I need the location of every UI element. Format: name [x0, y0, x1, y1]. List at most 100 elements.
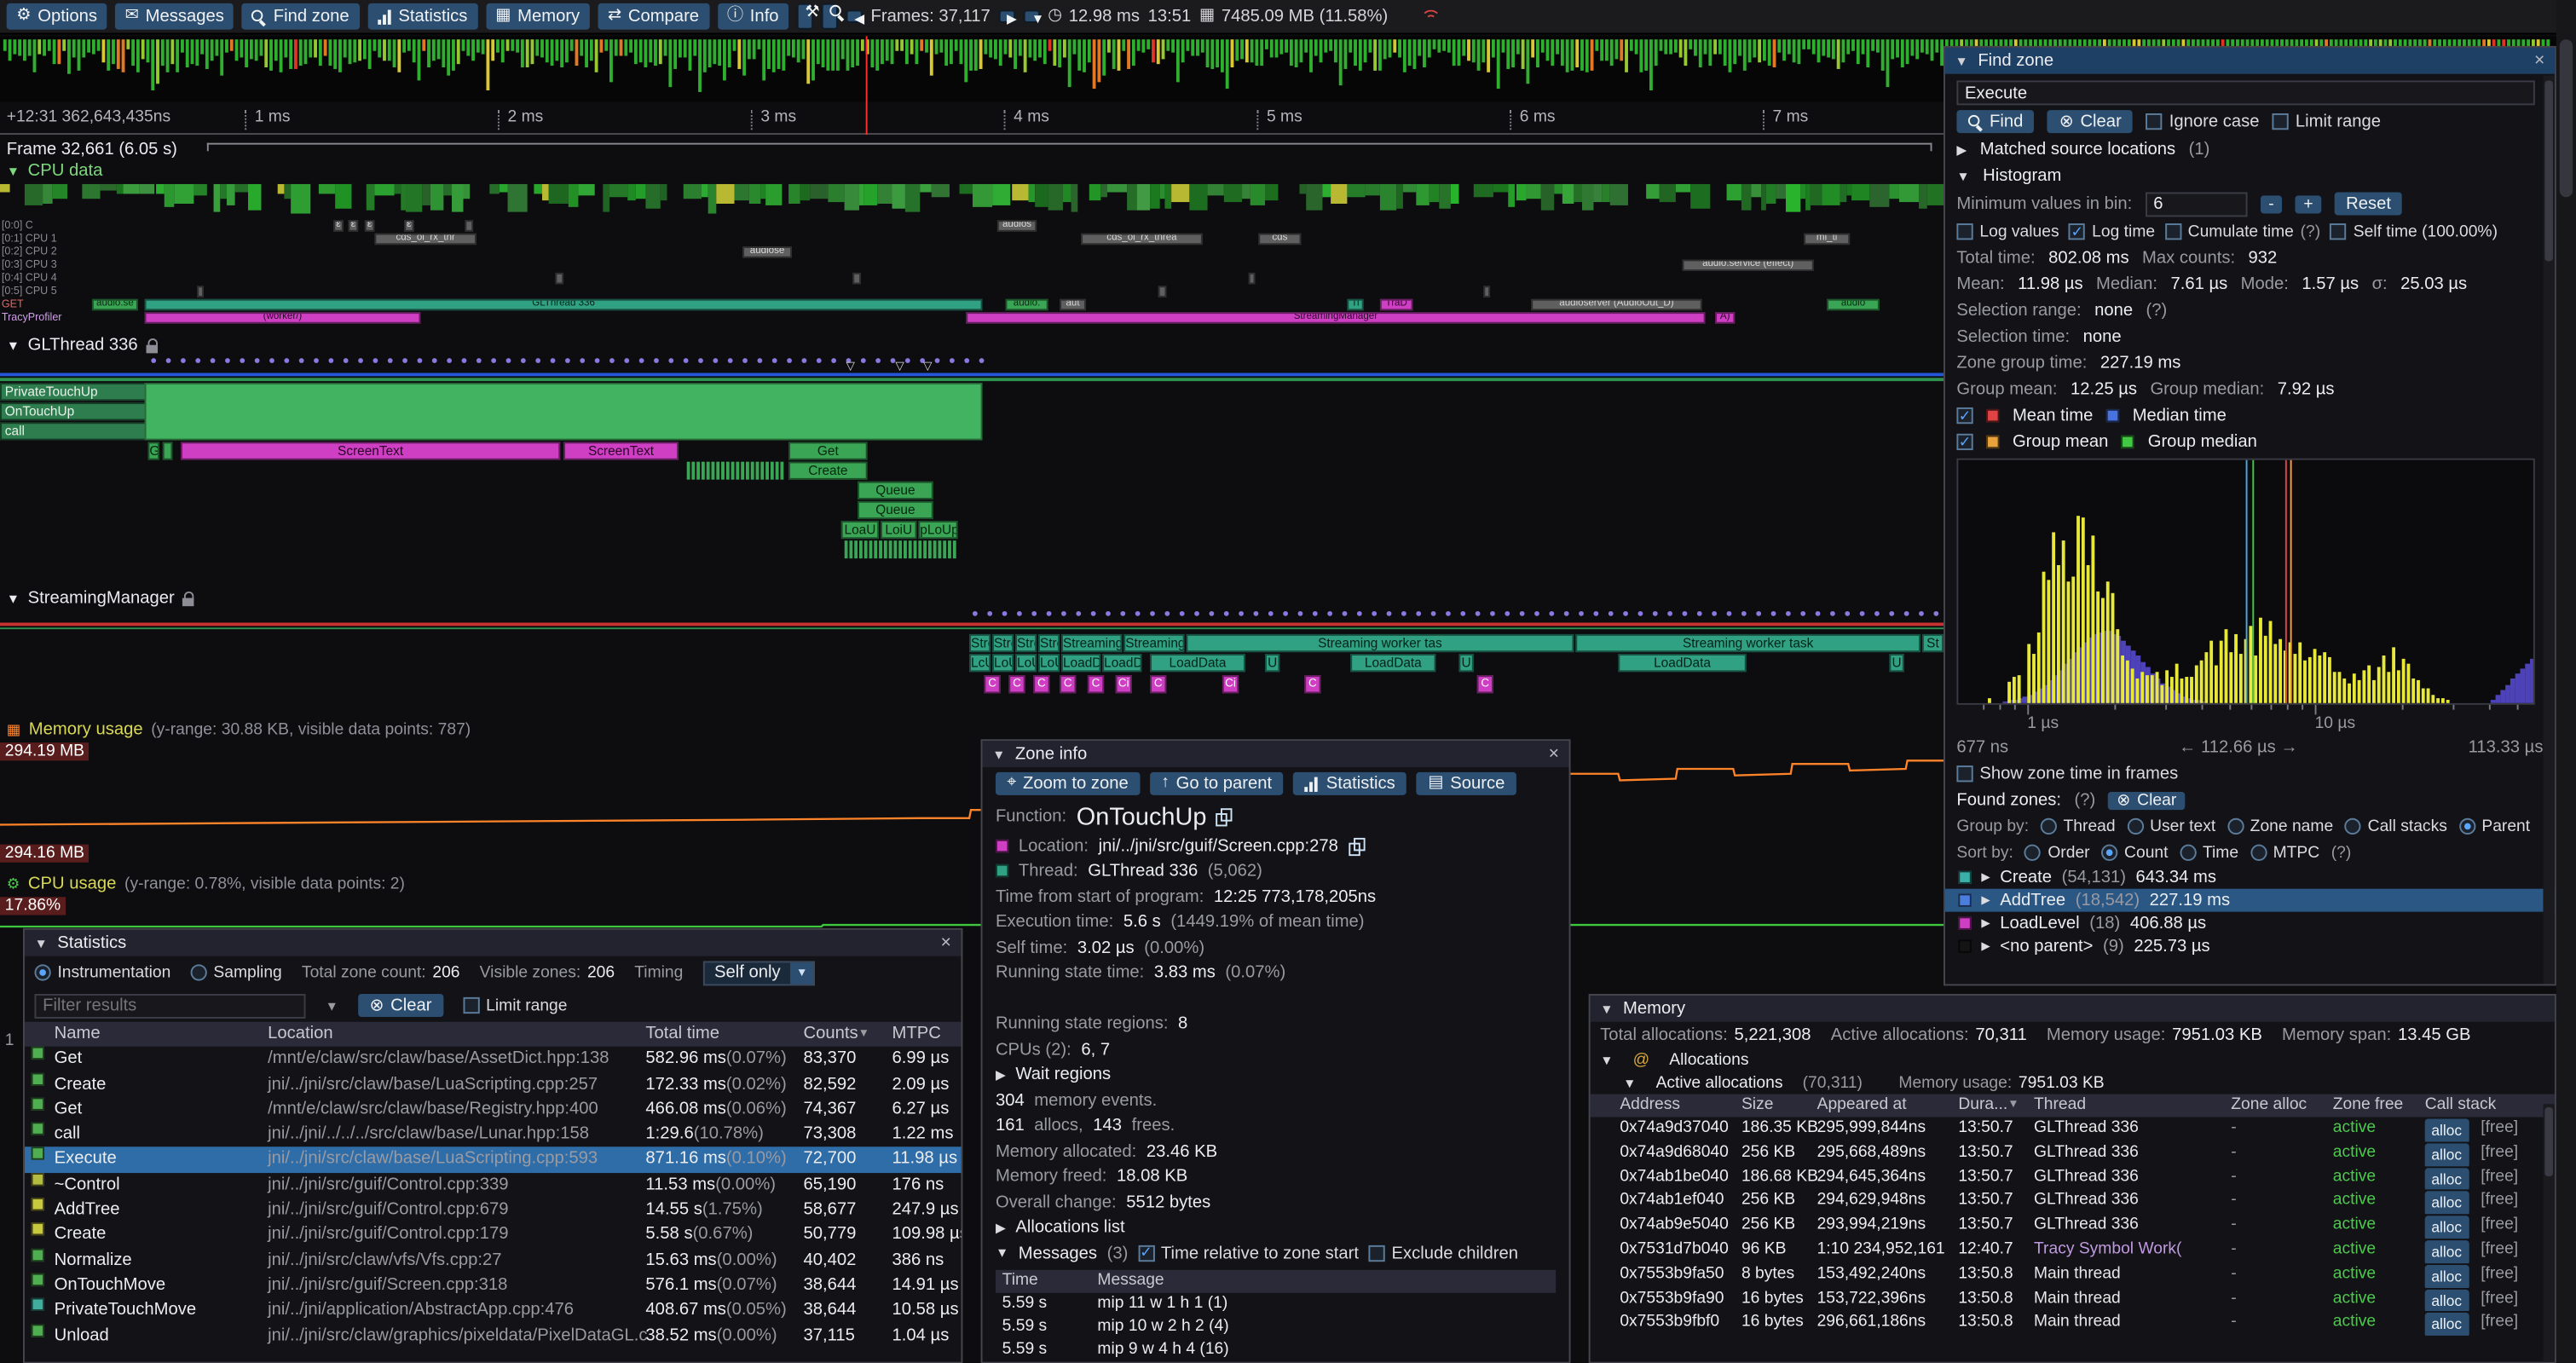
message-marker-dot[interactable]: [1047, 611, 1052, 616]
histogram-toggle[interactable]: ▼Histogram: [1945, 163, 2555, 189]
radio-circle[interactable]: [2227, 818, 2244, 835]
message-marker-dot[interactable]: [1031, 611, 1037, 616]
alloc-free-link[interactable]: [free]: [2481, 1287, 2518, 1312]
message-marker-dot[interactable]: [1904, 611, 1909, 616]
message-marker-dot[interactable]: [1741, 611, 1747, 616]
find-zone-scrollbar[interactable]: [2543, 76, 2554, 985]
column-header[interactable]: Size: [1741, 1094, 1773, 1118]
collapsed-zone-marker[interactable]: ▽: [923, 360, 932, 373]
timeline-zone[interactable]: Strea: [969, 634, 991, 652]
message-marker-dot[interactable]: [1194, 611, 1199, 616]
timeline-zone[interactable]: [465, 220, 473, 231]
message-marker-dot[interactable]: [1505, 611, 1510, 616]
table-row[interactable]: Createjni/../jni/src/claw/base/LuaScript…: [25, 1072, 962, 1097]
timeline-zone[interactable]: audio.: [1006, 299, 1048, 310]
expand-icon[interactable]: ▶: [996, 1221, 1006, 1235]
cpu-usage-header[interactable]: ⚙ CPU usage (y-range: 0.78%, visible dat…: [7, 874, 405, 893]
alloc-free-link[interactable]: [free]: [2481, 1166, 2518, 1191]
message-marker-dot[interactable]: [1800, 611, 1805, 616]
timeline-zone[interactable]: G: [147, 442, 159, 459]
column-header[interactable]: Counts ▼: [803, 1022, 858, 1047]
find-zone-search-input[interactable]: [1956, 80, 2534, 105]
message-marker-dot[interactable]: [1534, 611, 1539, 616]
timeline-zone[interactable]: LoadDaU: [1102, 654, 1141, 672]
timeline-zone[interactable]: audiose: [742, 246, 792, 257]
checkbox-box[interactable]: [463, 997, 479, 1014]
timeline-zone[interactable]: [163, 442, 173, 459]
clear-filter-button[interactable]: ⊗ Clear: [358, 994, 443, 1017]
message-row[interactable]: 5.59 smip 11 w 1 h 1 (1): [996, 1292, 1556, 1315]
collapse-icon[interactable]: ▼: [7, 591, 20, 605]
timeline-zone[interactable]: LoadData: [1150, 654, 1245, 672]
message-marker-dot[interactable]: [1830, 611, 1835, 616]
message-marker-dot[interactable]: [1933, 611, 1938, 616]
checkbox-box[interactable]: [1956, 765, 1972, 782]
radio-sort-mtpc[interactable]: MTPC: [2250, 844, 2320, 862]
collapse-icon[interactable]: ▼: [1600, 1052, 1613, 1066]
radio-group-zone-name[interactable]: Zone name: [2227, 817, 2333, 835]
message-marker-dot[interactable]: [1727, 611, 1732, 616]
message-marker-dot[interactable]: [1164, 611, 1170, 616]
table-row[interactable]: AddTreejni/../jni/src/guif/Control.cpp:6…: [25, 1198, 962, 1222]
alloc-callstack-button[interactable]: alloc: [2425, 1289, 2469, 1312]
min-bin-input[interactable]: [2146, 192, 2247, 217]
message-marker-dot[interactable]: [1490, 611, 1495, 616]
checkbox-self-time-100-00[interactable]: Self time (100.00%): [2331, 222, 2498, 240]
checkbox-box[interactable]: [2331, 223, 2347, 240]
scrollbar-thumb[interactable]: [2544, 1107, 2553, 1176]
message-marker-dot[interactable]: [1061, 611, 1066, 616]
radio-sort-time[interactable]: Time: [2180, 844, 2238, 862]
streaming-zone-rows[interactable]: StreaStreaStreaStreaStreamingStreamingSt…: [0, 634, 1944, 700]
message-marker-dot[interactable]: [1623, 611, 1628, 616]
timeline-zone[interactable]: TraD: [1380, 299, 1413, 310]
message-marker-dot[interactable]: [1283, 611, 1288, 616]
collapse-icon[interactable]: ▼: [992, 747, 1005, 761]
message-marker-dot[interactable]: [1889, 611, 1894, 616]
table-row[interactable]: Get/mnt/e/claw/src/claw/base/Registry.hp…: [25, 1097, 962, 1122]
timeline-zone[interactable]: ε: [333, 220, 344, 231]
timeline-zone[interactable]: LoU: [1015, 654, 1037, 672]
timeline-zone[interactable]: [1158, 286, 1167, 297]
allocations-toggle[interactable]: ▼@Allocations: [1591, 1048, 2555, 1071]
message-marker-dot[interactable]: [1372, 611, 1377, 616]
message-marker-dot[interactable]: [1416, 611, 1421, 616]
checkbox-log-time[interactable]: ✓Log time: [2069, 222, 2155, 240]
timeline-zone[interactable]: [555, 273, 563, 284]
toolbar-button-compare[interactable]: ⇄Compare: [598, 3, 708, 30]
timeline-zone[interactable]: audio.se: [92, 299, 138, 310]
table-row[interactable]: calljni/../jni/../../../src/claw/base/Lu…: [25, 1123, 962, 1147]
alloc-callstack-button[interactable]: alloc: [2425, 1314, 2469, 1337]
timeline-zone[interactable]: A): [1715, 312, 1735, 323]
checkbox-box[interactable]: [1956, 223, 1972, 240]
message-mark[interactable]: Ci: [1116, 675, 1132, 693]
clear-button[interactable]: ⊗ Clear: [2048, 110, 2133, 133]
toolbar-tool-button-tools[interactable]: ⚒: [797, 3, 813, 30]
timeline-zone[interactable]: audio.service (effect): [1683, 260, 1814, 271]
checkbox-limit-range[interactable]: Limit range: [2273, 112, 2381, 131]
checkbox-box[interactable]: [2146, 113, 2163, 130]
radio-group-thread[interactable]: Thread: [2041, 817, 2116, 835]
message-marker-dot[interactable]: [1239, 611, 1244, 616]
table-row[interactable]: Createjni/../jni/src/guif/Control.cpp:17…: [25, 1223, 962, 1248]
timeline-zone[interactable]: LoadData: [1618, 654, 1746, 672]
message-marker-dot[interactable]: [1667, 611, 1672, 616]
column-header[interactable]: Zone free: [2333, 1094, 2404, 1118]
expand-icon[interactable]: ▶: [1981, 916, 1990, 929]
expand-icon[interactable]: ▶: [1981, 893, 1990, 906]
timeline-zone[interactable]: ε: [404, 220, 414, 231]
checkbox-box[interactable]: [1369, 1245, 1385, 1261]
checkbox-show-zone-time-in-frames[interactable]: Show zone time in frames: [1956, 764, 2178, 783]
radio-group-parent[interactable]: Parent: [2458, 817, 2530, 835]
checkbox-box[interactable]: ✓: [1956, 407, 1972, 424]
checkbox-box[interactable]: [2165, 223, 2181, 240]
collapse-icon[interactable]: ▼: [7, 164, 20, 178]
timeline-zone[interactable]: U: [1458, 654, 1473, 672]
table-row[interactable]: Executejni/../jni/src/claw/base/LuaScrip…: [25, 1147, 962, 1172]
memory-titlebar[interactable]: ▼ Memory: [1591, 996, 2555, 1022]
copy-icon[interactable]: [1348, 837, 1362, 853]
message-marker-dot[interactable]: [1520, 611, 1525, 616]
timeline-zone[interactable]: LoiU: [881, 521, 916, 539]
statistics-titlebar[interactable]: ▼ Statistics ×: [25, 930, 962, 956]
allocation-row[interactable]: 0x7553b9fa508 bytes153,492,240ns13:50.8M…: [1591, 1263, 2555, 1288]
timeline-zone[interactable]: [1483, 286, 1490, 297]
